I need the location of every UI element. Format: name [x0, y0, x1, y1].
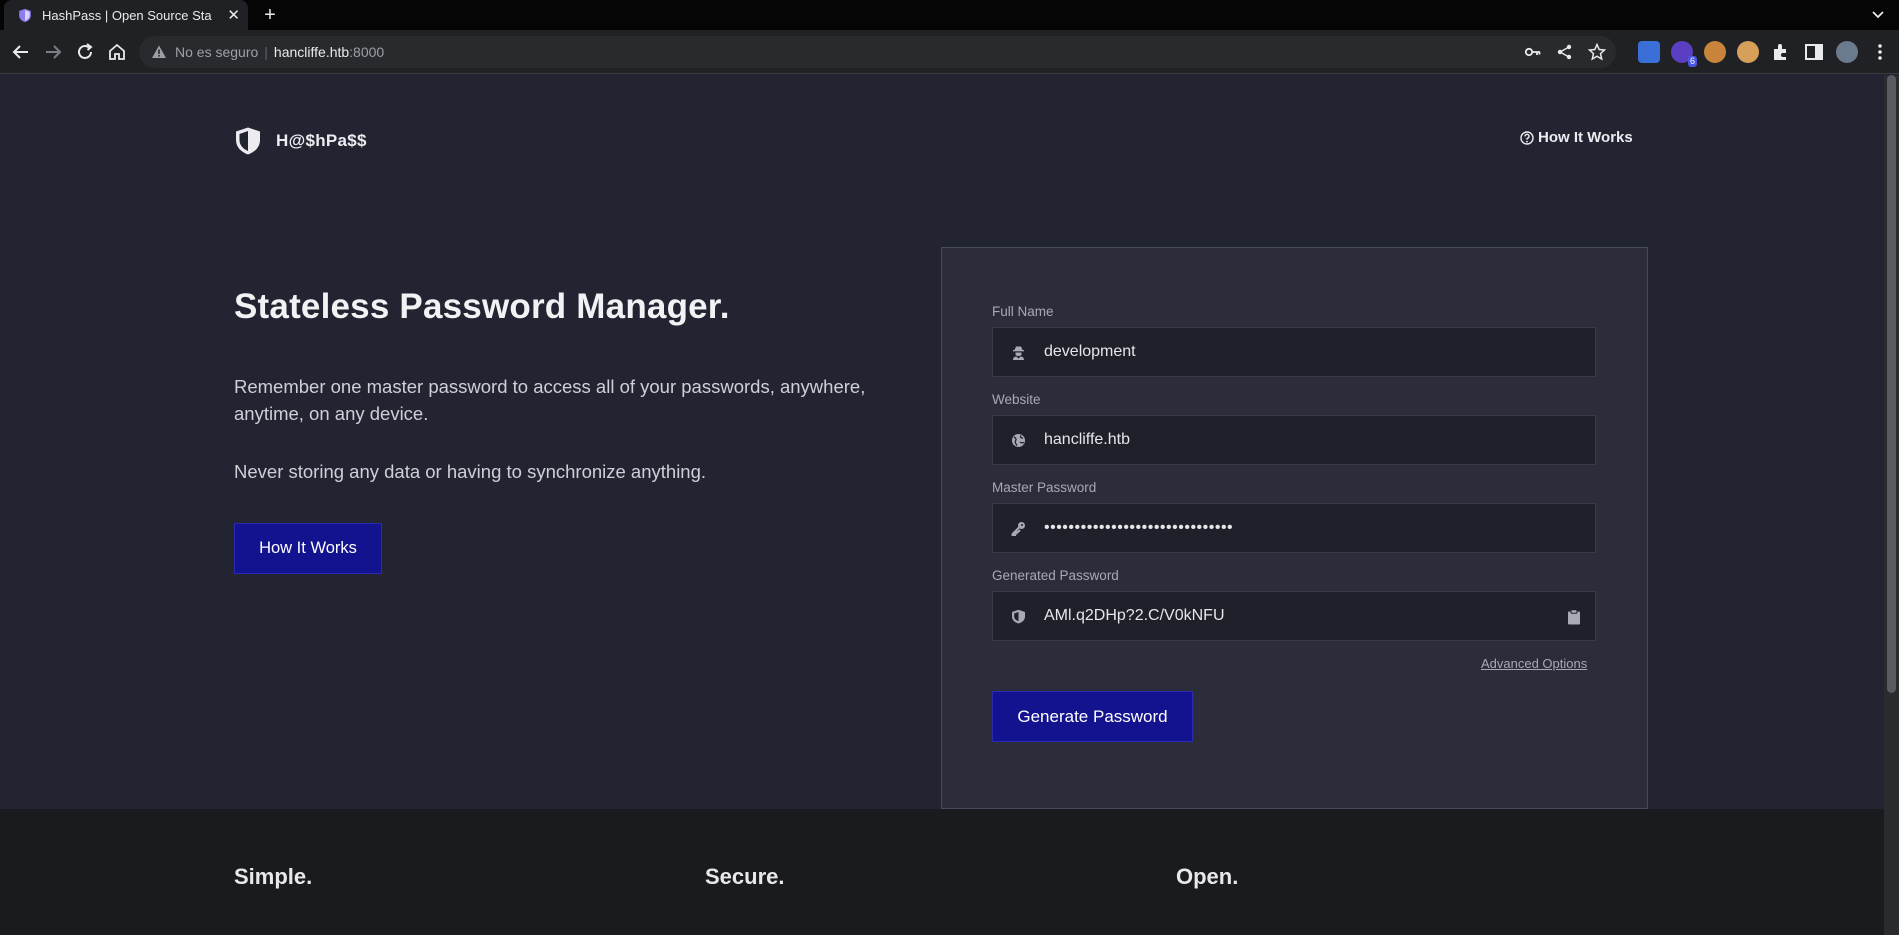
feature-open-heading: Open.	[1176, 864, 1239, 889]
shield-favicon-icon	[19, 8, 31, 22]
warning-triangle-icon	[152, 45, 166, 58]
master-password-value: •••••••••••••••••••••••••••••••	[1044, 519, 1234, 536]
page-scrollbar[interactable]	[1884, 75, 1899, 935]
nav-how-it-works-label: How It Works	[1538, 129, 1633, 146]
tab-search-chevron-icon[interactable]	[1871, 8, 1885, 22]
brand-name: H@$hPa$$	[276, 131, 367, 150]
new-tab-button[interactable]: +	[258, 3, 282, 27]
translate-extension-icon[interactable]	[1638, 41, 1660, 63]
password-form-card: Full Name development Website hancliffe.…	[941, 247, 1648, 809]
extension-badge: 6	[1687, 56, 1697, 67]
website-field[interactable]: hancliffe.htb	[992, 415, 1596, 465]
generated-password-field[interactable]: AMl.q2DHp?2.C/V0kNFU	[992, 591, 1596, 641]
user-secret-icon	[1013, 346, 1024, 360]
feature-simple-heading: Simple.	[234, 864, 313, 889]
feature-secure-heading: Secure.	[705, 864, 785, 889]
key-icon	[1011, 521, 1025, 536]
address-bar[interactable]: No es seguro | hancliffe.htb :8000	[139, 36, 1616, 68]
reload-icon[interactable]	[74, 41, 96, 63]
security-label: No es seguro	[175, 44, 259, 60]
advanced-options-link[interactable]: Advanced Options	[1481, 656, 1587, 671]
hero-paragraph-2: Never storing any data or having to sync…	[234, 461, 707, 482]
full-name-field[interactable]: development	[992, 327, 1596, 377]
full-name-value: development	[1044, 343, 1136, 360]
shield-icon	[1012, 609, 1025, 623]
full-name-label: Full Name	[992, 304, 1054, 319]
cookie-extension-icon[interactable]	[1704, 41, 1726, 63]
url-host: hancliffe.htb	[273, 44, 350, 60]
page-headline: Stateless Password Manager.	[234, 287, 730, 326]
home-icon[interactable]	[106, 41, 128, 63]
brand-logo[interactable]: H@$hPa$$	[234, 126, 367, 156]
website-value: hancliffe.htb	[1044, 431, 1130, 448]
page-viewport: H@$hPa$$ How It Works Stateless Password…	[0, 75, 1884, 935]
shield-logo-icon	[236, 127, 260, 155]
globe-icon	[1012, 433, 1025, 447]
browser-tab[interactable]: HashPass | Open Source Sta ✕	[4, 0, 248, 30]
url-separator: |	[264, 44, 268, 60]
generated-password-value: AMl.q2DHp?2.C/V0kNFU	[1044, 607, 1225, 624]
master-password-label: Master Password	[992, 480, 1097, 495]
generated-password-label: Generated Password	[992, 568, 1119, 583]
bookmark-star-icon[interactable]	[1588, 43, 1606, 61]
browser-tab-strip: HashPass | Open Source Sta ✕ +	[0, 0, 1899, 30]
generate-password-button[interactable]: Generate Password	[992, 691, 1193, 742]
hero-paragraph-1: Remember one master password to access a…	[234, 376, 866, 424]
key-icon[interactable]	[1524, 43, 1542, 61]
profile-avatar[interactable]	[1836, 41, 1858, 63]
url-port: :8000	[349, 44, 385, 60]
browser-toolbar: No es seguro | hancliffe.htb :8000 6	[0, 30, 1899, 74]
master-password-field[interactable]: •••••••••••••••••••••••••••••••	[992, 503, 1596, 553]
cookie-editor-extension-icon[interactable]	[1737, 41, 1759, 63]
scrollbar-thumb[interactable]	[1887, 75, 1896, 693]
chrome-menu-icon[interactable]	[1869, 41, 1891, 63]
back-arrow-icon[interactable]	[10, 41, 32, 63]
side-panel-icon[interactable]	[1803, 41, 1825, 63]
question-circle-icon	[1520, 130, 1534, 145]
website-label: Website	[992, 392, 1041, 407]
hero-section: H@$hPa$$ How It Works Stateless Password…	[0, 75, 1884, 809]
how-it-works-button[interactable]: How It Works	[234, 523, 382, 574]
puzzle-extensions-icon[interactable]	[1770, 41, 1792, 63]
nav-how-it-works-link[interactable]: How It Works	[1520, 129, 1633, 146]
tab-title: HashPass | Open Source Sta	[42, 7, 212, 23]
share-icon[interactable]	[1556, 43, 1574, 61]
clipboard-icon[interactable]	[1567, 609, 1581, 625]
purple-extension-icon[interactable]: 6	[1671, 41, 1697, 67]
features-section: Simple. Secure. Open.	[0, 809, 1884, 935]
tab-close-icon[interactable]: ✕	[227, 6, 240, 24]
forward-arrow-icon[interactable]	[42, 41, 64, 63]
